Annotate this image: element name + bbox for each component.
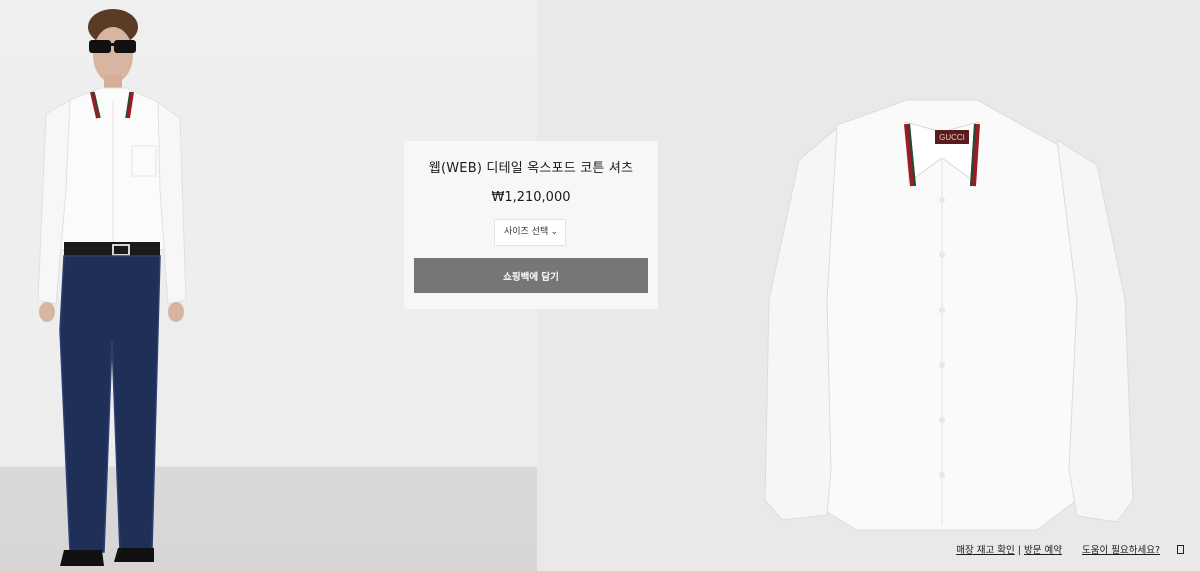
footer-separator: | (1014, 545, 1024, 556)
product-page: GUCCI 웹(WEB) 디테일 옥스포드 코튼 셔츠 ₩1,210,000 사… (0, 0, 1200, 571)
help-link[interactable]: 도움이 필요하세요? (1082, 545, 1160, 556)
store-check-link[interactable]: 매장 재고 확인 (956, 545, 1014, 556)
size-select[interactable]: 사이즈 선택 ⌄ (494, 219, 566, 246)
product-info-card: 웹(WEB) 디테일 옥스포드 코튼 셔츠 ₩1,210,000 사이즈 선택 … (404, 141, 658, 309)
visit-reservation-link[interactable]: 방문 예약 (1024, 545, 1062, 556)
chat-icon[interactable] (1177, 545, 1184, 554)
footer-links: 매장 재고 확인 | 방문 예약 도움이 필요하세요? (956, 542, 1160, 556)
chevron-down-icon: ⌄ (550, 227, 558, 237)
product-price: ₩1,210,000 (491, 190, 571, 205)
collar-brand-label: GUCCI (939, 133, 965, 142)
product-title: 웹(WEB) 디테일 옥스포드 코튼 셔츠 (428, 161, 634, 176)
size-select-label: 사이즈 선택 (504, 227, 549, 237)
add-to-bag-button[interactable]: 쇼핑백에 담기 (414, 258, 648, 293)
